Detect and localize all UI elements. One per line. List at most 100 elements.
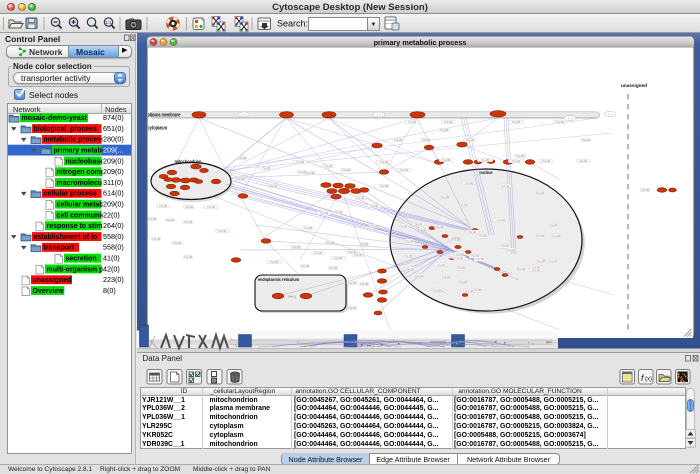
svg-text:Yxx-00: Yxx-00 xyxy=(418,228,427,232)
svg-text:Yxx-00: Yxx-00 xyxy=(468,230,477,234)
svg-text:transport: transport xyxy=(44,245,75,252)
svg-text:Yxx-00: Yxx-00 xyxy=(536,191,545,195)
svg-text:Yxx-00: Yxx-00 xyxy=(320,211,329,215)
svg-text:Yxx-00: Yxx-00 xyxy=(549,259,558,263)
svg-text:8(0): 8(0) xyxy=(103,286,116,295)
svg-text:nucleobase-: nucleobase- xyxy=(66,158,108,165)
svg-text:Yxx-00: Yxx-00 xyxy=(329,266,338,270)
svg-text:Yxx-00: Yxx-00 xyxy=(455,256,464,260)
svg-text:Yxx-00: Yxx-00 xyxy=(298,170,307,174)
svg-text:Search:: Search: xyxy=(277,19,308,29)
svg-text:Yxx-00: Yxx-00 xyxy=(184,255,193,259)
svg-text:plasma membrane: plasma membrane xyxy=(148,112,181,118)
svg-text:Yxx-00: Yxx-00 xyxy=(497,218,506,222)
svg-text:Yxx-00: Yxx-00 xyxy=(185,205,194,209)
svg-text:Yxx-00: Yxx-00 xyxy=(399,224,408,228)
svg-text:41(0): 41(0) xyxy=(103,254,120,263)
svg-text:209(0): 209(0) xyxy=(103,200,124,209)
svg-text:Yxx-00: Yxx-00 xyxy=(517,267,526,271)
svg-text:Yxx-00: Yxx-00 xyxy=(394,138,403,142)
svg-text:614(0): 614(0) xyxy=(103,189,124,198)
svg-text:Yxx-00: Yxx-00 xyxy=(380,160,389,164)
svg-text:mitochondrion: mitochondrion xyxy=(175,159,202,164)
svg-text:mosaic-demo-yeast: mosaic-demo-yeast xyxy=(22,115,88,122)
svg-text:Yxx-00: Yxx-00 xyxy=(166,218,175,222)
svg-text:[...]: [...] xyxy=(377,113,381,117)
svg-text:Yxx-00: Yxx-00 xyxy=(452,238,461,242)
svg-text:280(0): 280(0) xyxy=(103,135,124,144)
svg-text:metabolic process: metabolic process xyxy=(44,137,106,144)
svg-text:Yxx-00: Yxx-00 xyxy=(459,203,468,207)
svg-text:nucleus: nucleus xyxy=(480,170,493,175)
svg-text:unassigned: unassigned xyxy=(33,277,72,284)
svg-text:response to stimul: response to stimul xyxy=(47,223,109,230)
svg-text:primary metabo: primary metabo xyxy=(54,148,107,155)
svg-text:Yxx-00: Yxx-00 xyxy=(380,184,389,188)
svg-text:Yxx-00: Yxx-00 xyxy=(360,282,369,286)
svg-text:Yxx-00: Yxx-00 xyxy=(334,210,343,214)
svg-text:multi-organism pre: multi-organism pre xyxy=(47,266,111,273)
svg-text:Yxx-00: Yxx-00 xyxy=(326,241,335,245)
svg-text:Yxx-00: Yxx-00 xyxy=(471,254,480,258)
svg-text:Yxx-00: Yxx-00 xyxy=(433,288,442,292)
svg-text:Yxx-00: Yxx-00 xyxy=(465,181,474,185)
svg-text:558(0): 558(0) xyxy=(103,232,124,241)
svg-text:Yxx-00: Yxx-00 xyxy=(437,263,446,267)
svg-text:Yxx-00: Yxx-00 xyxy=(356,196,365,200)
svg-text:Yxx-00: Yxx-00 xyxy=(148,217,157,221)
svg-text:Yxx-00: Yxx-00 xyxy=(465,289,474,293)
svg-text:Yxx-00: Yxx-00 xyxy=(501,244,510,248)
svg-text:macromolecule: macromolecule xyxy=(57,180,108,187)
svg-text:cellular process: cellular process xyxy=(44,191,97,198)
svg-text:Yxx-00: Yxx-00 xyxy=(579,159,588,163)
svg-text:Yxx-00: Yxx-00 xyxy=(292,245,301,249)
svg-text:Yxx-00: Yxx-00 xyxy=(507,248,516,252)
svg-text:Yxx-00: Yxx-00 xyxy=(184,220,193,224)
svg-text:Yxx-00: Yxx-00 xyxy=(159,204,168,208)
svg-text:Yxx-00: Yxx-00 xyxy=(459,280,468,284)
svg-text:(x): (x) xyxy=(645,377,652,383)
svg-text:558(0): 558(0) xyxy=(103,243,124,252)
svg-text:Yxx-00: Yxx-00 xyxy=(218,229,227,233)
svg-text:Yxx-00: Yxx-00 xyxy=(435,225,444,229)
svg-text:874(0): 874(0) xyxy=(103,113,124,122)
svg-text:Yxx-00: Yxx-00 xyxy=(481,158,490,162)
svg-text:unassigned: unassigned xyxy=(621,83,647,89)
svg-text:Yxx-00: Yxx-00 xyxy=(324,164,333,168)
svg-text:Yxx-00: Yxx-00 xyxy=(501,184,510,188)
svg-text:651(0): 651(0) xyxy=(103,124,124,133)
svg-text:Yxx-00: Yxx-00 xyxy=(400,168,409,172)
svg-text:Yxx-00: Yxx-00 xyxy=(441,195,450,199)
svg-text:Yxx-00: Yxx-00 xyxy=(405,239,414,243)
svg-text:Yxx-00: Yxx-00 xyxy=(415,274,424,278)
svg-text:Yxx-00: Yxx-00 xyxy=(342,168,351,172)
svg-text:[...]: [...] xyxy=(568,116,572,120)
svg-text:209(0): 209(0) xyxy=(103,167,124,176)
svg-text:Yxx-00: Yxx-00 xyxy=(370,224,379,228)
svg-text:Yxx-00: Yxx-00 xyxy=(360,242,369,246)
svg-text:Yxx-00: Yxx-00 xyxy=(296,160,305,164)
svg-text:Yxx-00: Yxx-00 xyxy=(348,306,357,310)
svg-text:Yxx-00: Yxx-00 xyxy=(552,234,561,238)
svg-text:Yxx-00: Yxx-00 xyxy=(542,159,551,163)
svg-text:Yxx-00: Yxx-00 xyxy=(473,288,482,292)
svg-text:[...]: [...] xyxy=(608,112,612,116)
svg-text:Yxx-00: Yxx-00 xyxy=(457,266,466,270)
svg-text:Yxx-00: Yxx-00 xyxy=(348,250,357,254)
svg-text:Yxx-00: Yxx-00 xyxy=(536,234,545,238)
svg-text:264(0): 264(0) xyxy=(103,221,124,230)
svg-text:Yxx-00: Yxx-00 xyxy=(516,154,525,158)
svg-text:[Yel-1]: [Yel-1] xyxy=(288,295,296,299)
svg-text:Yxx-00: Yxx-00 xyxy=(414,222,423,226)
svg-text:Yxx-00: Yxx-00 xyxy=(406,267,415,271)
svg-text:Yxx-00: Yxx-00 xyxy=(408,120,417,124)
svg-text:Yxx-00: Yxx-00 xyxy=(537,259,546,263)
svg-text:cytoplasm: cytoplasm xyxy=(148,125,168,131)
svg-text:secretion: secretion xyxy=(66,256,97,263)
svg-text:Yxx-00: Yxx-00 xyxy=(512,159,521,163)
svg-text:Yxx-00: Yxx-00 xyxy=(404,254,413,258)
svg-text:Yxx-00: Yxx-00 xyxy=(556,120,565,124)
svg-text:Yxx-00: Yxx-00 xyxy=(152,237,161,241)
svg-text:Yxx-00: Yxx-00 xyxy=(314,251,323,255)
svg-text:Yxx-00: Yxx-00 xyxy=(422,138,431,142)
